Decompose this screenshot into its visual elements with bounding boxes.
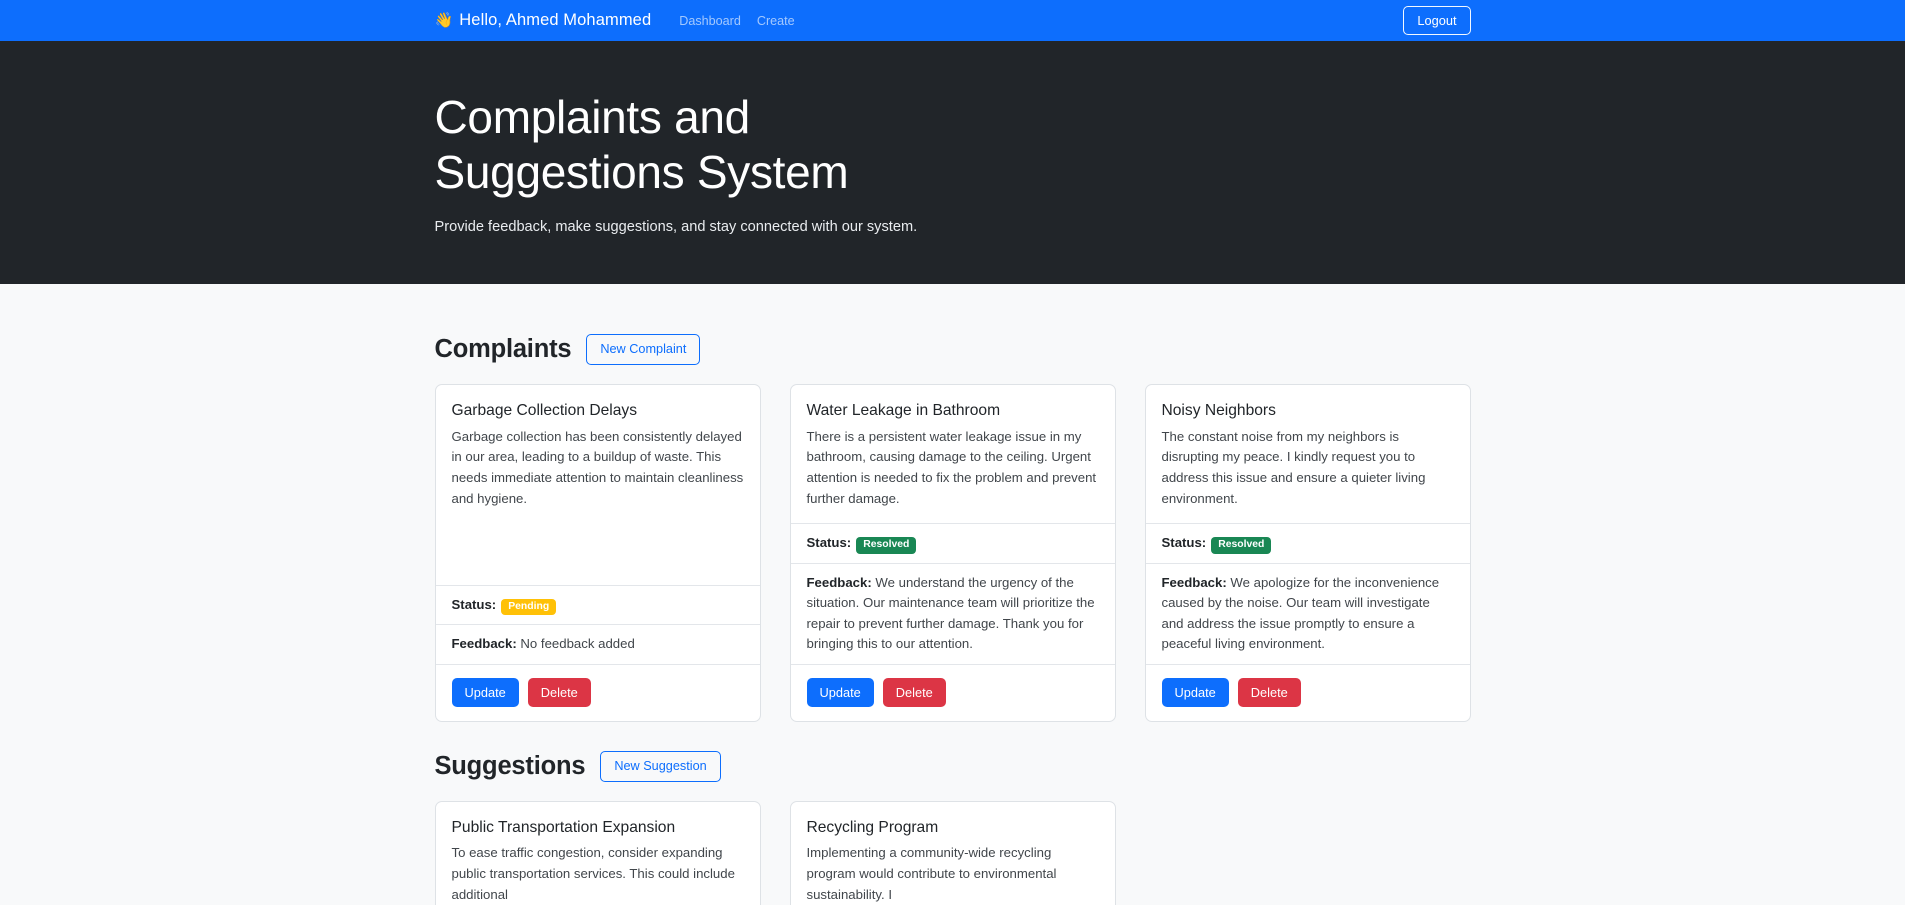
suggestions-heading: Suggestions — [434, 752, 586, 781]
complaint-description: Garbage collection has been consistently… — [451, 428, 744, 506]
complaint-title: Noisy Neighbors — [1161, 402, 1276, 420]
complaint-card-actions: Update Delete — [435, 663, 760, 721]
suggestion-title: Public Transportation Expansion — [451, 819, 676, 837]
complaint-title: Garbage Collection Delays — [451, 402, 638, 420]
delete-button[interactable]: Delete — [527, 677, 591, 707]
feedback-text: No feedback added — [520, 636, 635, 652]
navbar-inner: 👋 Hello, Ahmed Mohammed Dashboard Create… — [435, 0, 1471, 41]
navbar-left-group: 👋 Hello, Ahmed Mohammed Dashboard Create — [435, 11, 803, 30]
logout-button[interactable]: Logout — [1403, 5, 1471, 36]
complaint-description: The constant noise from my neighbors is … — [1161, 428, 1426, 506]
main-content: Complaints New Complaint Garbage Collect… — [434, 284, 1471, 905]
complaint-feedback-row: Feedback: We understand the urgency of t… — [790, 562, 1115, 664]
complaint-card-body: Garbage Collection Delays Garbage collec… — [436, 385, 760, 585]
page-title: Complaints and Suggestions System — [435, 90, 855, 199]
suggestion-description: Implementing a community-wide recycling … — [806, 845, 1057, 902]
complaint-feedback-row: Feedback: We apologize for the inconveni… — [1145, 562, 1470, 664]
top-navbar: 👋 Hello, Ahmed Mohammed Dashboard Create… — [0, 0, 1905, 41]
suggestion-card: Public Transportation Expansion To ease … — [434, 801, 761, 905]
suggestions-grid: Public Transportation Expansion To ease … — [434, 801, 1471, 905]
hero-banner: Complaints and Suggestions System Provid… — [0, 41, 1905, 284]
suggestion-title: Recycling Program — [806, 819, 939, 837]
new-suggestion-button[interactable]: New Suggestion — [600, 750, 721, 783]
status-badge: Resolved — [856, 537, 917, 554]
status-label: Status: — [806, 535, 852, 551]
complaints-heading: Complaints — [434, 335, 572, 364]
nav-link-create[interactable]: Create — [749, 14, 803, 28]
complaint-card-actions: Update Delete — [1145, 663, 1470, 721]
update-button[interactable]: Update — [806, 677, 874, 707]
feedback-label: Feedback: — [1161, 574, 1227, 590]
suggestion-description: To ease traffic congestion, consider exp… — [451, 845, 735, 902]
suggestion-card-body: Recycling Program Implementing a communi… — [791, 802, 1115, 905]
new-complaint-button[interactable]: New Complaint — [586, 334, 701, 366]
suggestion-grid-empty-cell — [1145, 801, 1471, 905]
complaints-section-header: Complaints New Complaint — [434, 334, 1471, 366]
greeting-text: Hello, Ahmed Mohammed — [459, 11, 652, 29]
hero-title-line-1: Complaints and — [434, 91, 751, 144]
complaints-grid: Garbage Collection Delays Garbage collec… — [434, 384, 1471, 722]
feedback-label: Feedback: — [451, 636, 517, 652]
suggestions-section-header: Suggestions New Suggestion — [434, 750, 1471, 783]
update-button[interactable]: Update — [1161, 677, 1229, 707]
complaint-card-body: Water Leakage in Bathroom There is a per… — [791, 385, 1115, 523]
complaint-card-body: Noisy Neighbors The constant noise from … — [1146, 385, 1470, 523]
complaint-card: Water Leakage in Bathroom There is a per… — [789, 384, 1116, 722]
navbar-links: Dashboard Create — [671, 14, 802, 28]
hero-subtitle: Provide feedback, make suggestions, and … — [434, 218, 918, 235]
brand-greeting: 👋 Hello, Ahmed Mohammed — [435, 11, 652, 30]
hero-title-line-2: Suggestions System — [434, 145, 849, 198]
complaint-status-row: Status: Resolved — [790, 523, 1115, 562]
nav-link-dashboard[interactable]: Dashboard — [671, 14, 749, 28]
delete-button[interactable]: Delete — [882, 677, 946, 707]
status-label: Status: — [451, 596, 497, 612]
complaint-card: Garbage Collection Delays Garbage collec… — [434, 384, 761, 722]
complaint-status-row: Status: Resolved — [1145, 523, 1470, 562]
complaint-feedback-row: Feedback: No feedback added — [435, 624, 760, 663]
complaint-card-actions: Update Delete — [790, 663, 1115, 721]
hero-inner: Complaints and Suggestions System Provid… — [435, 90, 1471, 235]
status-badge: Pending — [501, 598, 557, 616]
waving-hand-icon: 👋 — [434, 12, 454, 29]
complaint-card: Noisy Neighbors The constant noise from … — [1144, 384, 1471, 722]
complaint-title: Water Leakage in Bathroom — [806, 402, 1001, 420]
suggestion-card: Recycling Program Implementing a communi… — [789, 801, 1116, 905]
status-label: Status: — [1161, 535, 1207, 551]
update-button[interactable]: Update — [451, 677, 519, 707]
complaint-status-row: Status: Pending — [435, 584, 760, 624]
feedback-label: Feedback: — [806, 574, 872, 590]
status-badge: Resolved — [1211, 537, 1272, 554]
delete-button[interactable]: Delete — [1237, 677, 1301, 707]
complaint-description: There is a persistent water leakage issu… — [806, 428, 1097, 506]
suggestion-card-body: Public Transportation Expansion To ease … — [436, 802, 760, 905]
